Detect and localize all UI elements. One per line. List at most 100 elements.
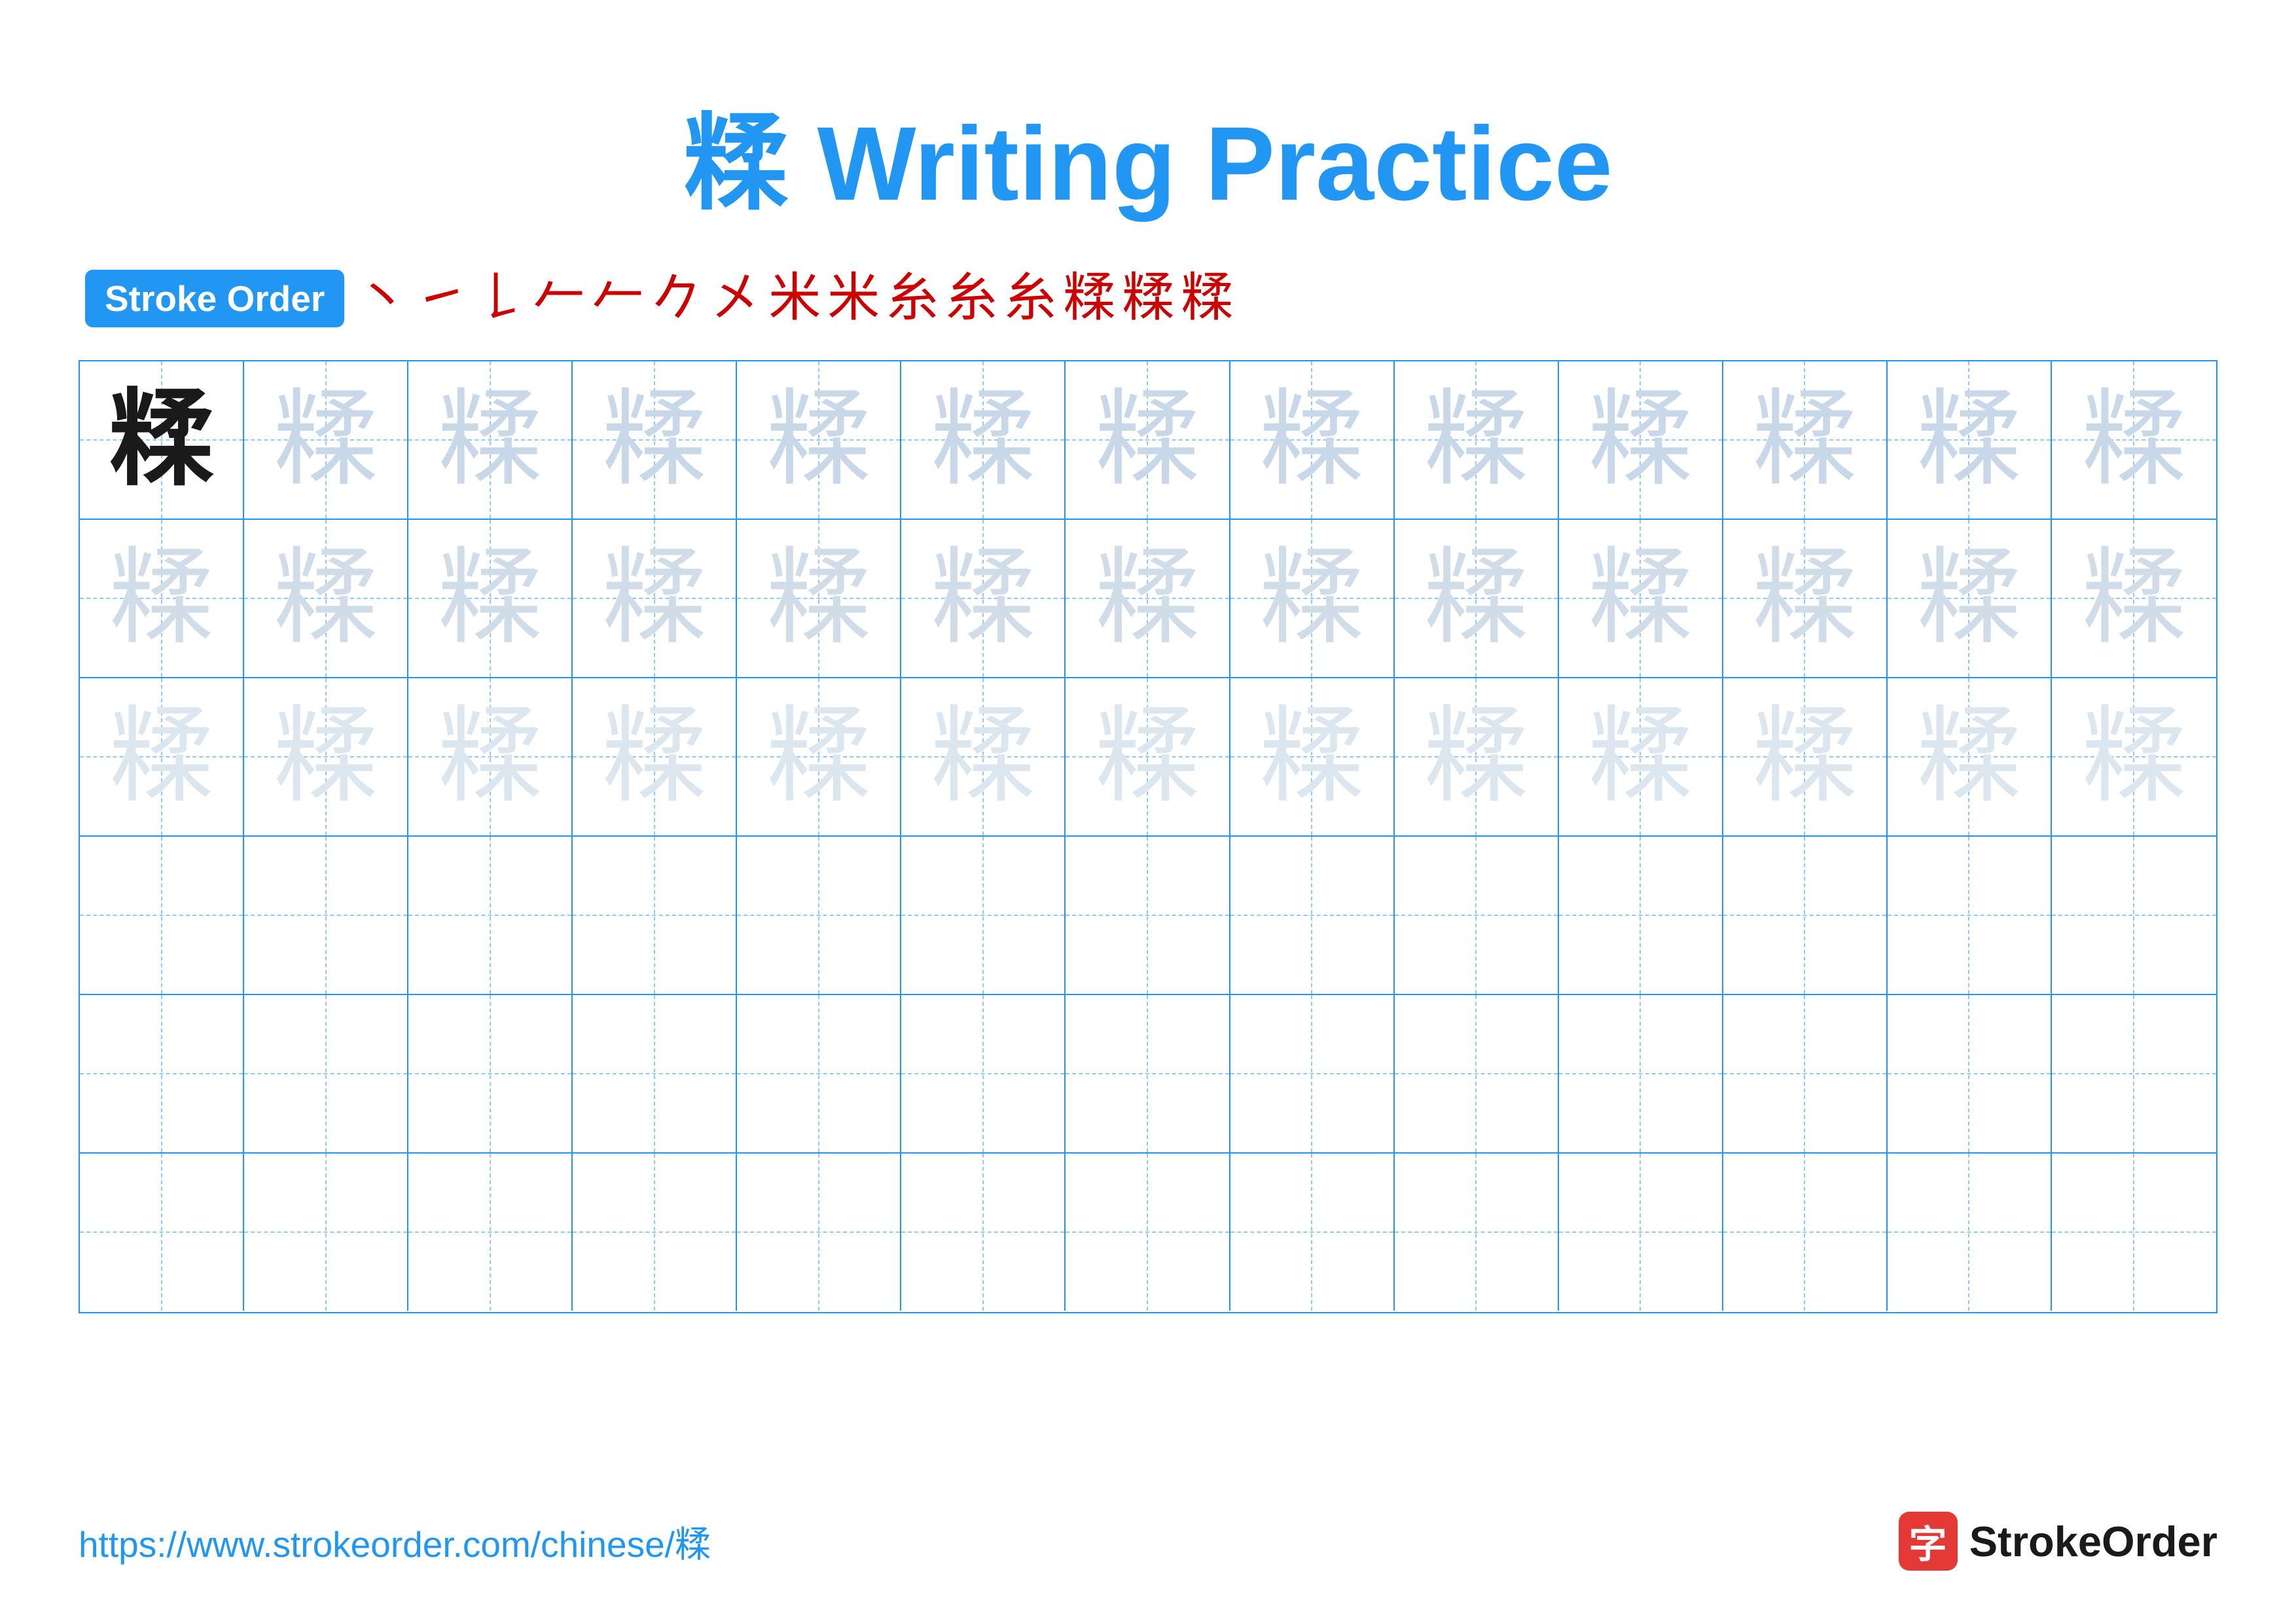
stroke-11: 糸 bbox=[945, 272, 997, 325]
cell-1-8: 糅 bbox=[1230, 361, 1395, 519]
cell-2-10: 糅 bbox=[1559, 520, 1723, 677]
cell-4-10 bbox=[1559, 837, 1723, 994]
stroke-12: 糸 bbox=[1004, 272, 1056, 325]
cell-3-11: 糅 bbox=[1723, 678, 1888, 835]
cell-2-8: 糅 bbox=[1230, 520, 1395, 677]
cell-4-4 bbox=[573, 837, 737, 994]
cell-6-13 bbox=[2052, 1154, 2216, 1311]
cell-2-1: 糅 bbox=[80, 520, 244, 677]
stroke-2: ㇀ bbox=[415, 272, 467, 325]
cell-3-10: 糅 bbox=[1559, 678, 1723, 835]
footer-url: https://www.strokeorder.com/chinese/糅 bbox=[79, 1515, 711, 1567]
cell-4-3 bbox=[408, 837, 573, 994]
cell-2-4: 糅 bbox=[573, 520, 737, 677]
title-area: 糅 Writing Practice bbox=[79, 79, 2217, 230]
practice-grid: 糅 糅 糅 糅 糅 糅 糅 糅 糅 糅 糅 糅 糅 糅 糅 糅 糅 糅 糅 糅 … bbox=[79, 360, 2217, 1313]
cell-1-6: 糅 bbox=[901, 361, 1066, 519]
stroke-4: 𠂉 bbox=[533, 272, 585, 325]
logo-text: StrokeOrder bbox=[1969, 1517, 2217, 1566]
cell-5-1 bbox=[80, 995, 244, 1152]
cell-1-10: 糅 bbox=[1559, 361, 1723, 519]
cell-1-11: 糅 bbox=[1723, 361, 1888, 519]
cell-6-5 bbox=[737, 1154, 901, 1311]
cell-2-7: 糅 bbox=[1066, 520, 1230, 677]
cell-6-3 bbox=[408, 1154, 573, 1311]
cell-2-2: 糅 bbox=[244, 520, 408, 677]
stroke-1: 丶 bbox=[356, 272, 408, 325]
cell-1-13: 糅 bbox=[2052, 361, 2216, 519]
cell-1-4: 糅 bbox=[573, 361, 737, 519]
cell-6-2 bbox=[244, 1154, 408, 1311]
cell-6-1 bbox=[80, 1154, 244, 1311]
cell-5-10 bbox=[1559, 995, 1723, 1152]
stroke-15: 糅 bbox=[1181, 272, 1233, 325]
cell-4-6 bbox=[901, 837, 1066, 994]
cell-3-9: 糅 bbox=[1395, 678, 1559, 835]
title-suffix: Writing Practice bbox=[788, 105, 1613, 222]
cell-5-5 bbox=[737, 995, 901, 1152]
cell-2-11: 糅 bbox=[1723, 520, 1888, 677]
cell-5-12 bbox=[1888, 995, 2052, 1152]
stroke-8: 米 bbox=[768, 272, 821, 325]
cell-3-13: 糅 bbox=[2052, 678, 2216, 835]
cell-3-1: 糅 bbox=[80, 678, 244, 835]
cell-4-1 bbox=[80, 837, 244, 994]
cell-3-4: 糅 bbox=[573, 678, 737, 835]
cell-1-1: 糅 bbox=[80, 361, 244, 519]
footer-logo: 字 StrokeOrder bbox=[1899, 1512, 2217, 1571]
cell-2-3: 糅 bbox=[408, 520, 573, 677]
cell-3-5: 糅 bbox=[737, 678, 901, 835]
page: 糅 Writing Practice Stroke Order 丶 ㇀ 𠄌 𠂉 … bbox=[0, 0, 2296, 1623]
cell-2-12: 糅 bbox=[1888, 520, 2052, 677]
cell-1-9: 糅 bbox=[1395, 361, 1559, 519]
stroke-7: 㐅 bbox=[709, 272, 762, 325]
grid-row-1: 糅 糅 糅 糅 糅 糅 糅 糅 糅 糅 糅 糅 糅 bbox=[80, 361, 2216, 520]
cell-4-8 bbox=[1230, 837, 1395, 994]
stroke-13: 糅 bbox=[1063, 272, 1115, 325]
stroke-order-row: Stroke Order 丶 ㇀ 𠄌 𠂉 𠂉 𠂊 㐅 米 米 糸 糸 糸 糅 糅… bbox=[79, 270, 2217, 327]
cell-6-9 bbox=[1395, 1154, 1559, 1311]
char-light: 糅 bbox=[274, 388, 378, 492]
stroke-order-badge: Stroke Order bbox=[85, 270, 344, 327]
cell-1-12: 糅 bbox=[1888, 361, 2052, 519]
cell-3-3: 糅 bbox=[408, 678, 573, 835]
grid-row-2: 糅 糅 糅 糅 糅 糅 糅 糅 糅 糅 糅 糅 糅 bbox=[80, 520, 2216, 678]
stroke-5: 𠂉 bbox=[592, 272, 644, 325]
cell-3-6: 糅 bbox=[901, 678, 1066, 835]
cell-1-7: 糅 bbox=[1066, 361, 1230, 519]
page-title: 糅 Writing Practice bbox=[683, 105, 1613, 222]
cell-3-8: 糅 bbox=[1230, 678, 1395, 835]
cell-6-8 bbox=[1230, 1154, 1395, 1311]
cell-1-2: 糅 bbox=[244, 361, 408, 519]
cell-5-4 bbox=[573, 995, 737, 1152]
title-char: 糅 bbox=[683, 105, 788, 222]
cell-2-6: 糅 bbox=[901, 520, 1066, 677]
cell-6-6 bbox=[901, 1154, 1066, 1311]
cell-6-4 bbox=[573, 1154, 737, 1311]
cell-4-12 bbox=[1888, 837, 2052, 994]
cell-6-10 bbox=[1559, 1154, 1723, 1311]
grid-row-5 bbox=[80, 995, 2216, 1154]
stroke-9: 米 bbox=[827, 272, 880, 325]
cell-3-7: 糅 bbox=[1066, 678, 1230, 835]
cell-2-9: 糅 bbox=[1395, 520, 1559, 677]
cell-4-13 bbox=[2052, 837, 2216, 994]
char-dark: 糅 bbox=[109, 388, 214, 492]
stroke-3: 𠄌 bbox=[474, 272, 526, 325]
stroke-10: 糸 bbox=[886, 272, 939, 325]
stroke-6: 𠂊 bbox=[651, 272, 703, 325]
cell-4-2 bbox=[244, 837, 408, 994]
cell-2-13: 糅 bbox=[2052, 520, 2216, 677]
cell-4-9 bbox=[1395, 837, 1559, 994]
cell-5-2 bbox=[244, 995, 408, 1152]
grid-row-6 bbox=[80, 1154, 2216, 1312]
stroke-14: 糅 bbox=[1122, 272, 1174, 325]
cell-5-13 bbox=[2052, 995, 2216, 1152]
stroke-chars-container: 丶 ㇀ 𠄌 𠂉 𠂉 𠂊 㐅 米 米 糸 糸 糸 糅 糅 糅 bbox=[356, 272, 1233, 325]
cell-6-7 bbox=[1066, 1154, 1230, 1311]
cell-5-6 bbox=[901, 995, 1066, 1152]
cell-5-7 bbox=[1066, 995, 1230, 1152]
cell-3-2: 糅 bbox=[244, 678, 408, 835]
grid-row-4 bbox=[80, 837, 2216, 995]
cell-4-7 bbox=[1066, 837, 1230, 994]
